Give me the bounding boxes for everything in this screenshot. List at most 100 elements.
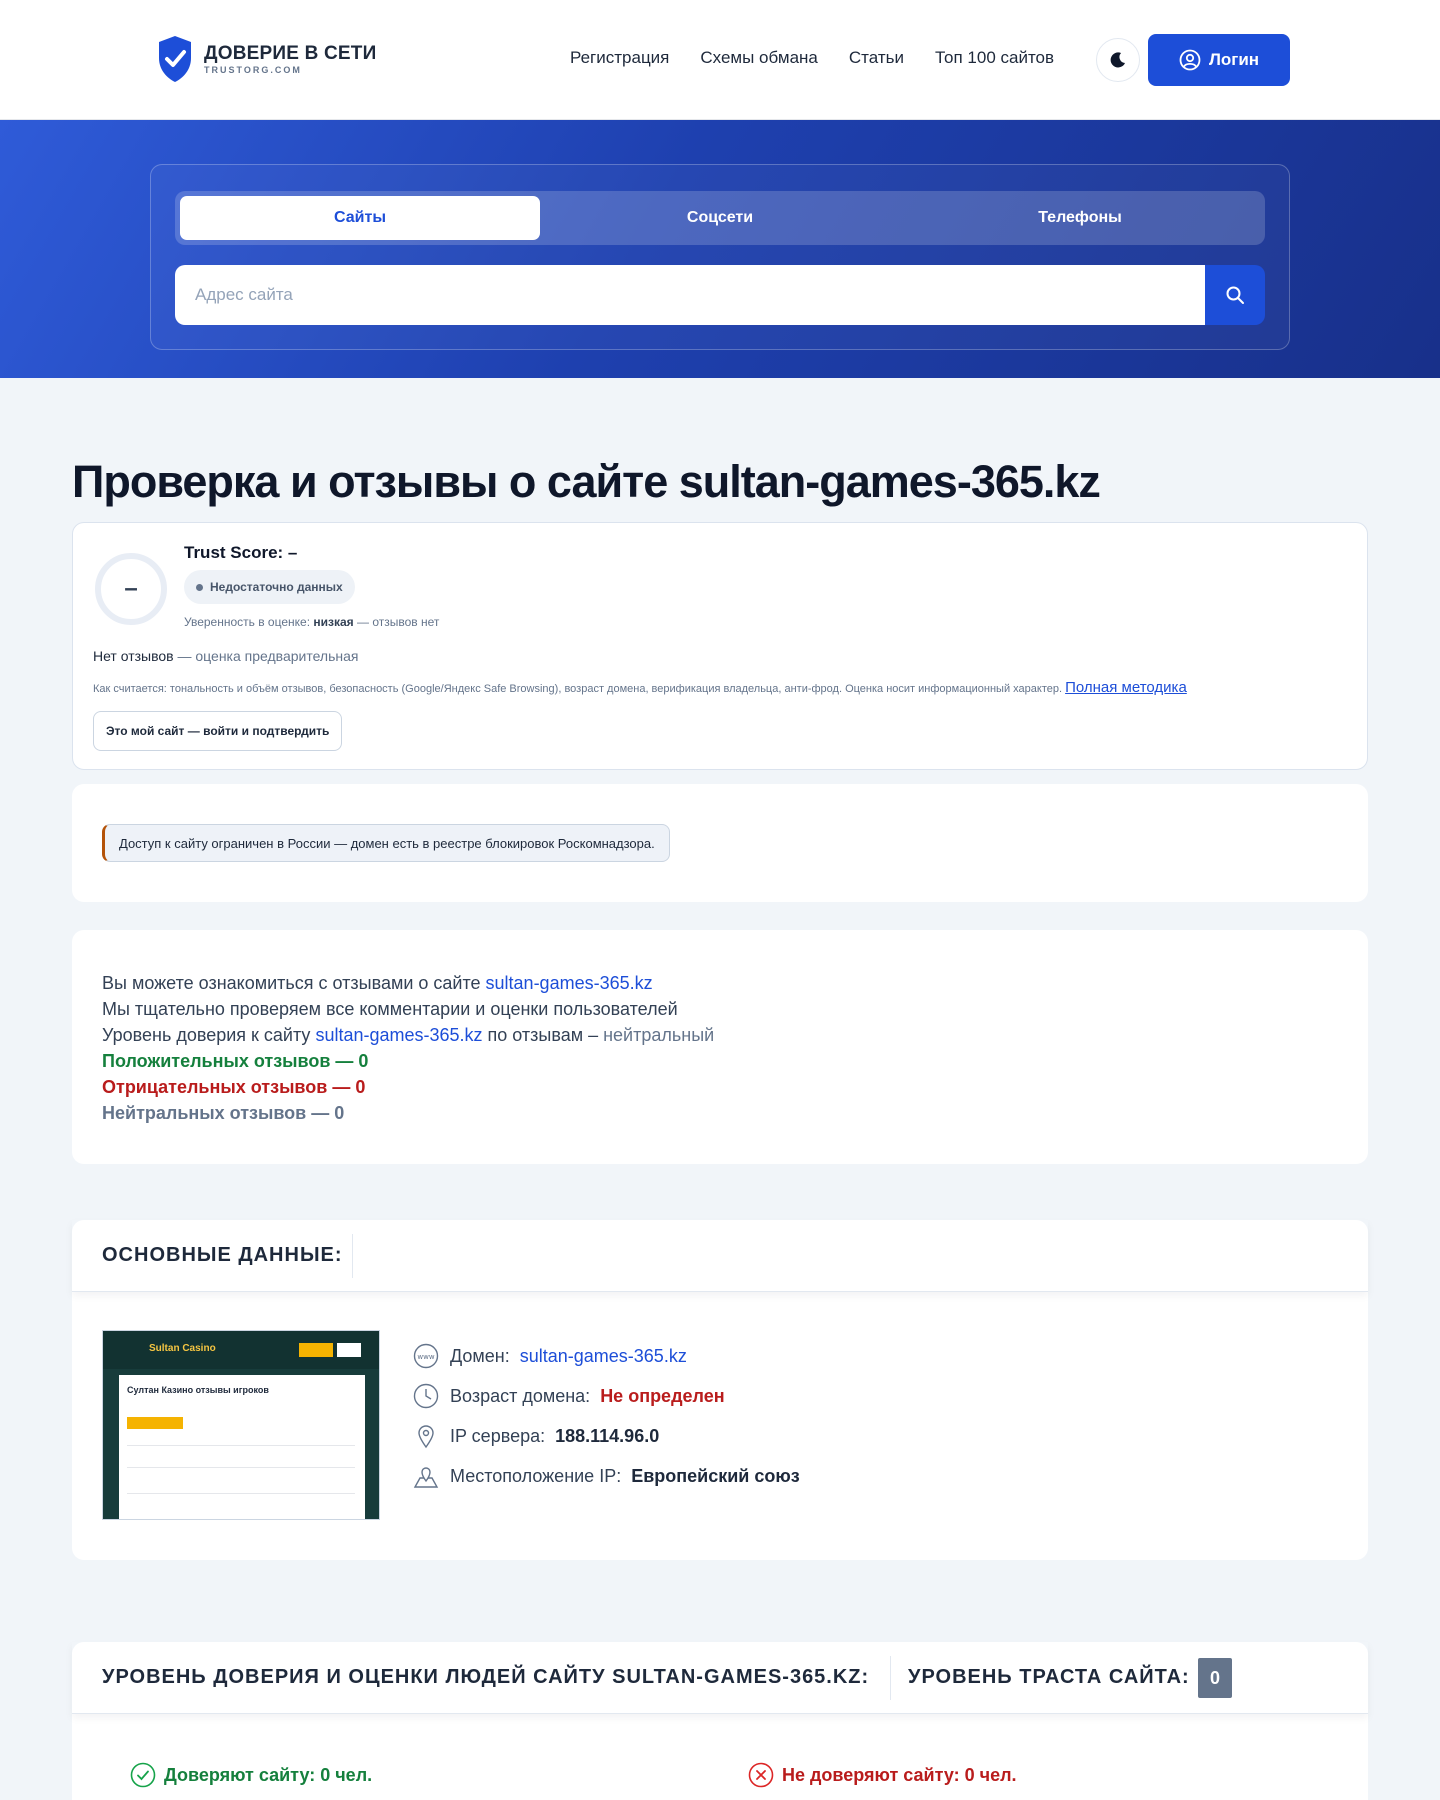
thumb-register-button	[299, 1343, 333, 1357]
confidence-value: низкая	[313, 615, 354, 629]
summary-line-1-prefix: Вы можете ознакомиться с отзывами о сайт…	[102, 973, 486, 993]
basic-data-heading: ОСНОВНЫЕ ДАННЫЕ:	[102, 1244, 343, 1266]
domain-age-row: Возраст домена: Не определен	[412, 1376, 800, 1416]
confidence-suffix: — отзывов нет	[353, 615, 440, 629]
summary-line-2: Мы тщательно проверяем все комментарии и…	[102, 999, 678, 1019]
trust-score-card: – Trust Score: – Недостаточно данных Уве…	[72, 522, 1368, 770]
summary-line-3: Уровень доверия к сайту sultan-games-365…	[102, 1022, 714, 1048]
domain-age-value: Не определен	[600, 1385, 725, 1406]
site-address-input[interactable]	[175, 265, 1205, 325]
trust-no-label: Не доверяют сайту: 0 чел.	[782, 1764, 1017, 1785]
basic-data-header: ОСНОВНЫЕ ДАННЫЕ:	[72, 1220, 1368, 1292]
status-badge-label: Недостаточно данных	[210, 580, 343, 594]
server-ip-value: 188.114.96.0	[555, 1425, 660, 1446]
summary-text: Вы можете ознакомиться с отзывами о сайт…	[102, 970, 714, 1126]
site-header: ДОВЕРИЕ В СЕТИ TRUSTORG.COM Регистрация …	[0, 0, 1440, 120]
shield-check-icon	[159, 36, 191, 82]
domain-label: Домен:	[450, 1345, 510, 1366]
method-description: Как считается: тональность и объём отзыв…	[93, 679, 1187, 696]
header-divider	[352, 1234, 353, 1278]
full-method-link[interactable]: Полная методика	[1065, 679, 1187, 696]
main-nav: Регистрация Схемы обмана Статьи Топ 100 …	[570, 48, 1054, 68]
basic-data-card: ОСНОВНЫЕ ДАННЫЕ: Sultan Casino Султан Ка…	[72, 1220, 1368, 1560]
confidence-prefix: Уверенность в оценке:	[184, 615, 314, 629]
map-pin-icon	[412, 1422, 440, 1450]
logo-title: ДОВЕРИЕ В СЕТИ	[204, 43, 377, 64]
summary-line-1: Вы можете ознакомиться с отзывами о сайт…	[102, 970, 714, 996]
no-reviews-text: Нет отзывов — оценка предварительная	[93, 648, 359, 664]
site-trust-score: 0	[1198, 1658, 1232, 1698]
no-reviews-label: Нет отзывов	[93, 648, 174, 664]
hero-search-section: Сайты Соцсети Телефоны	[0, 120, 1440, 378]
thumb-login-button	[337, 1343, 361, 1357]
summary-domain-link[interactable]: sultan-games-365.kz	[486, 973, 653, 993]
clock-icon	[412, 1382, 440, 1410]
summary-line-3-mid: по отзывам –	[482, 1025, 604, 1045]
check-circle-icon	[130, 1762, 156, 1788]
trust-level-heading: УРОВЕНЬ ДОВЕРИЯ И ОЦЕНКИ ЛЮДЕЙ САЙТУ SUL…	[102, 1666, 870, 1688]
trust-score-ring: –	[95, 553, 167, 625]
map-location-icon	[412, 1462, 440, 1490]
x-circle-icon	[748, 1762, 774, 1788]
theme-toggle-button[interactable]	[1096, 38, 1140, 82]
block-alert-card: Доступ к сайту ограничен в России — доме…	[72, 784, 1368, 902]
ip-location-label: Местоположение IP:	[450, 1465, 622, 1486]
trust-yes-label: Доверяют сайту: 0 чел.	[164, 1764, 373, 1785]
rkn-block-alert: Доступ к сайту ограничен в России — доме…	[102, 824, 670, 862]
thumb-cta	[127, 1417, 183, 1429]
user-circle-icon	[1179, 49, 1201, 71]
trust-score-title: Trust Score: –	[184, 543, 298, 562]
server-ip-label: IP сервера:	[450, 1425, 546, 1446]
negative-reviews-count: Отрицательных отзывов — 0	[102, 1077, 366, 1097]
trust-level-header: УРОВЕНЬ ДОВЕРИЯ И ОЦЕНКИ ЛЮДЕЙ САЙТУ SUL…	[72, 1642, 1368, 1714]
search-button[interactable]	[1205, 265, 1265, 325]
domain-age-label: Возраст домена:	[450, 1385, 591, 1406]
nav-fraud-schemes[interactable]: Схемы обмана	[700, 48, 817, 68]
www-globe-icon: www	[412, 1342, 440, 1370]
site-logo[interactable]: ДОВЕРИЕ В СЕТИ TRUSTORG.COM	[156, 34, 376, 84]
trust-level-value: нейтральный	[603, 1025, 715, 1045]
reviews-summary-card: Вы можете ознакомиться с отзывами о сайт…	[72, 930, 1368, 1164]
domain-row: www Домен: sultan-games-365.kz	[412, 1336, 800, 1376]
thumb-page: Султан Казино отзывы игроков	[119, 1375, 365, 1519]
summary-line-3-prefix: Уровень доверия к сайту	[102, 1025, 316, 1045]
search-icon	[1226, 286, 1244, 304]
moon-icon	[1110, 52, 1125, 68]
status-dot-icon	[196, 583, 203, 591]
server-ip-row: IP сервера: 188.114.96.0	[412, 1416, 800, 1456]
thumb-heading: Султан Казино отзывы игроков	[127, 1385, 269, 1395]
no-reviews-suffix: — оценка предварительная	[173, 648, 359, 664]
page-title: Проверка и отзывы о сайте sultan-games-3…	[72, 456, 1101, 507]
tab-social[interactable]: Соцсети	[540, 196, 900, 240]
logo-subtitle: TRUSTORG.COM	[204, 65, 302, 75]
trust-level-card: УРОВЕНЬ ДОВЕРИЯ И ОЦЕНКИ ЛЮДЕЙ САЙТУ SUL…	[72, 1642, 1368, 1800]
summary-domain-link-2[interactable]: sultan-games-365.kz	[315, 1025, 482, 1045]
thumb-row	[127, 1493, 355, 1494]
tab-sites[interactable]: Сайты	[180, 196, 540, 240]
domain-info-list: www Домен: sultan-games-365.kz Возраст д…	[412, 1336, 800, 1496]
positive-reviews-count: Положительных отзывов — 0	[102, 1051, 369, 1071]
site-trust-label: УРОВЕНЬ ТРАСТА САЙТА:	[908, 1666, 1190, 1688]
site-screenshot-thumbnail: Sultan Casino Султан Казино отзывы игрок…	[102, 1330, 380, 1520]
tab-phones[interactable]: Телефоны	[900, 196, 1260, 240]
search-tabs: Сайты Соцсети Телефоны	[175, 191, 1265, 245]
ip-location-row: Местоположение IP: Европейский союз	[412, 1456, 800, 1496]
nav-top-100[interactable]: Топ 100 сайтов	[935, 48, 1054, 68]
trust-yes-count: Доверяют сайту: 0 чел.	[130, 1762, 372, 1788]
search-panel: Сайты Соцсети Телефоны	[150, 164, 1290, 350]
method-text: Как считается: тональность и объём отзыв…	[93, 683, 1066, 695]
trust-no-count: Не доверяют сайту: 0 чел.	[748, 1762, 1017, 1788]
login-button[interactable]: Логин	[1148, 34, 1290, 86]
nav-registration[interactable]: Регистрация	[570, 48, 669, 68]
header-divider	[890, 1656, 891, 1700]
svg-text:www: www	[417, 1353, 434, 1361]
thumb-row	[127, 1445, 355, 1446]
confidence-text: Уверенность в оценке: низкая — отзывов н…	[184, 615, 439, 629]
nav-articles[interactable]: Статьи	[849, 48, 904, 68]
thumb-brand: Sultan Casino	[149, 1343, 216, 1354]
ip-location-value: Европейский союз	[631, 1465, 800, 1486]
claim-site-button[interactable]: Это мой сайт — войти и подтвердить	[93, 711, 343, 751]
neutral-reviews-count: Нейтральных отзывов — 0	[102, 1103, 345, 1123]
domain-value[interactable]: sultan-games-365.kz	[520, 1346, 687, 1367]
login-label: Логин	[1208, 50, 1260, 69]
